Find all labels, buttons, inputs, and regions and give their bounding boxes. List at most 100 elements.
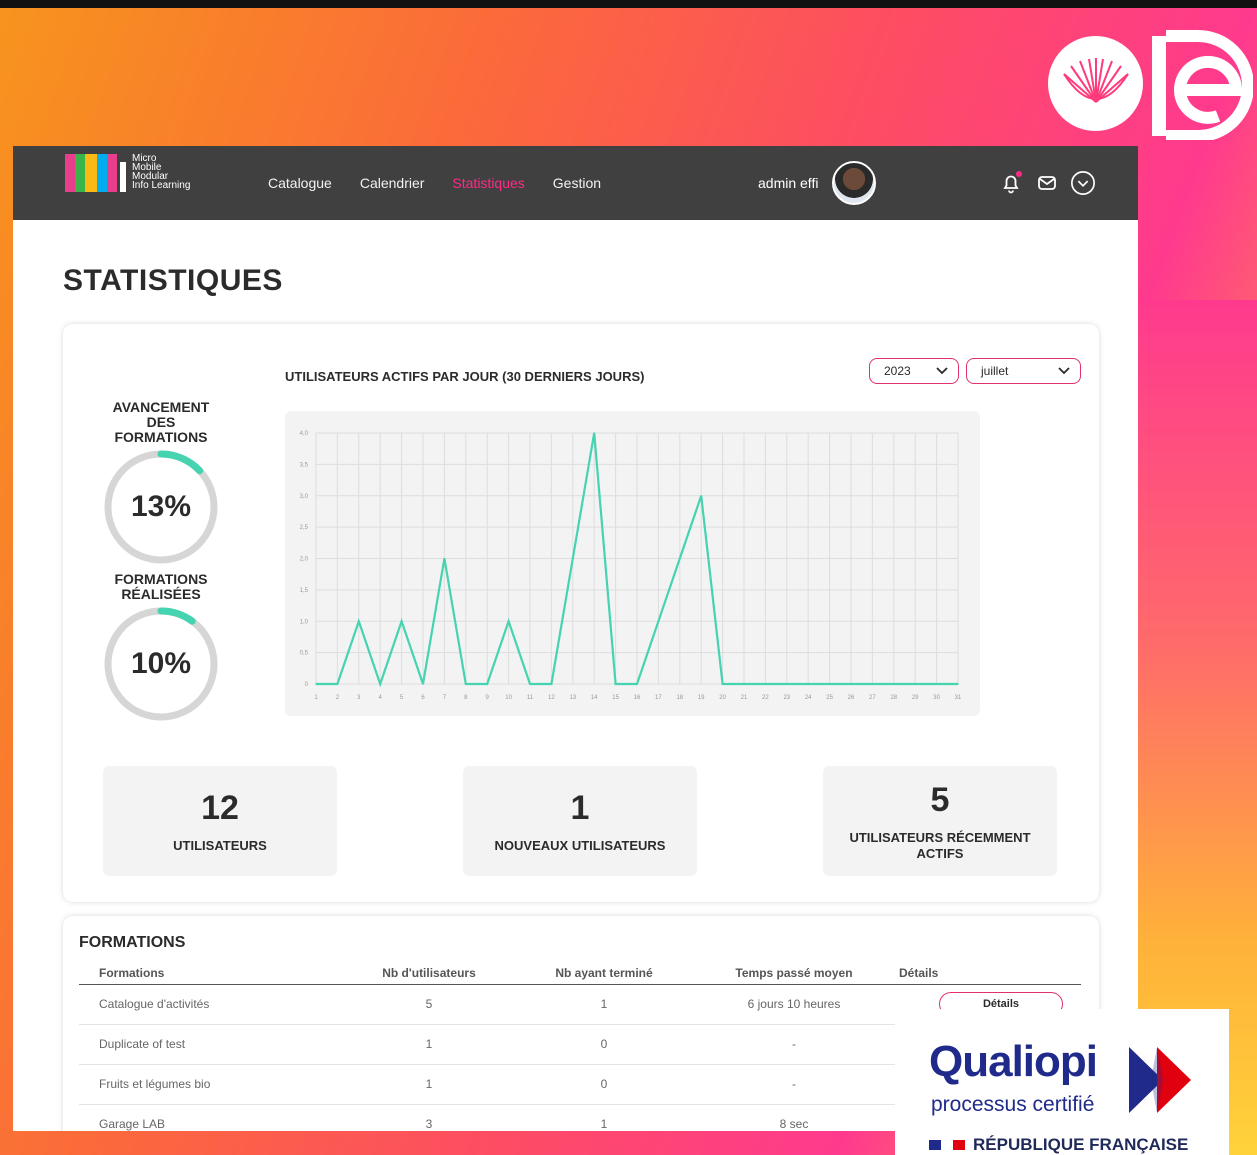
shell-logo — [1048, 36, 1143, 131]
data-point — [358, 620, 360, 623]
cell-users: 5 — [339, 984, 519, 1025]
column-header: Formations — [79, 962, 339, 985]
qualiopi-wordmark: Qualiopi — [929, 1037, 1098, 1086]
chevron-down-circle-icon[interactable] — [1070, 170, 1096, 196]
x-tick-label: 31 — [955, 695, 962, 701]
x-tick-label: 19 — [698, 695, 705, 701]
data-point — [743, 683, 745, 685]
data-point — [593, 432, 595, 434]
nav-gestion[interactable]: Gestion — [553, 175, 601, 191]
stat-recent-users: 5 UTILISATEURS RÉCEMMENT ACTIFS — [823, 766, 1057, 876]
data-point — [850, 683, 852, 685]
nav-calendrier[interactable]: Calendrier — [360, 175, 425, 191]
data-point — [786, 683, 788, 685]
cell-time: 8 sec — [689, 1104, 899, 1131]
x-tick-label: 23 — [783, 695, 790, 701]
x-tick-label: 6 — [421, 695, 425, 701]
gauge-progress: AVANCEMENT DES FORMATIONS 13% — [91, 400, 231, 565]
x-tick-label: 14 — [591, 695, 598, 701]
nav-catalogue[interactable]: Catalogue — [268, 175, 332, 191]
data-point — [336, 683, 339, 685]
month-select-value: juillet — [981, 364, 1009, 378]
x-tick-label: 11 — [527, 695, 534, 701]
y-tick-label: 1,5 — [300, 588, 309, 594]
x-tick-label: 27 — [869, 695, 876, 701]
app-window: Micro Mobile Modular Info Learning Catal… — [13, 146, 1138, 1131]
stats-card: AVANCEMENT DES FORMATIONS 13% FORMATIONS… — [63, 324, 1099, 902]
y-tick-label: 2,5 — [300, 525, 309, 531]
x-tick-label: 15 — [612, 695, 619, 701]
stat-value: 12 — [201, 788, 239, 827]
x-tick-label: 1 — [314, 695, 318, 701]
cell-time: - — [689, 1024, 899, 1065]
data-point — [679, 557, 681, 560]
x-tick-label: 30 — [933, 695, 940, 701]
cell-users: 3 — [339, 1104, 519, 1131]
user-menu[interactable]: admin effi — [758, 146, 877, 220]
gauge-value: 10% — [130, 647, 192, 680]
republique-francaise: RÉPUBLIQUE FRANÇAISE — [929, 1135, 1188, 1155]
nav-statistiques[interactable]: Statistiques — [452, 175, 524, 191]
chevron-down-icon — [936, 367, 948, 375]
stat-users: 12 UTILISATEURS — [103, 766, 337, 876]
e-logo — [1148, 30, 1254, 142]
cell-done: 0 — [519, 1064, 689, 1105]
month-select[interactable]: juillet — [966, 358, 1081, 384]
mail-icon[interactable] — [1034, 170, 1060, 196]
data-point — [550, 683, 553, 685]
gauge-label: AVANCEMENT DES FORMATIONS — [112, 399, 210, 445]
data-point — [657, 620, 660, 623]
x-tick-label: 8 — [464, 695, 468, 701]
qualiopi-badge: Qualiopi processus certifié RÉPUBLIQUE F… — [895, 1009, 1229, 1155]
y-tick-label: 1,0 — [300, 619, 309, 625]
stat-label: UTILISATEURS — [173, 837, 267, 853]
page-title: STATISTIQUES — [63, 264, 283, 297]
nav-menu: Catalogue Calendrier Statistiques Gestio… — [268, 146, 601, 220]
gauge-ring: 10% — [103, 606, 219, 722]
flag-icon — [929, 1140, 965, 1150]
cell-users: 1 — [339, 1024, 519, 1065]
cell-done: 1 — [519, 984, 689, 1025]
data-point — [614, 683, 617, 685]
nav-actions — [998, 146, 1096, 220]
gauge-ring: 13% — [103, 449, 219, 565]
data-point — [721, 683, 724, 685]
x-tick-label: 12 — [548, 695, 555, 701]
cell-done: 1 — [519, 1104, 689, 1131]
cell-name: Fruits et légumes bio — [79, 1064, 339, 1105]
y-tick-label: 2,0 — [300, 557, 309, 563]
brand-text: Micro Mobile Modular Info Learning — [132, 154, 191, 191]
y-tick-label: 3,5 — [300, 462, 309, 468]
column-header: Nb d'utilisateurs — [339, 962, 519, 985]
line-chart: 00,51,01,52,02,53,03,54,01 2 3 4 5 6 7 8 9 10 11 12… — [300, 431, 962, 701]
x-tick-label: 22 — [762, 695, 769, 701]
stat-new-users: 1 NOUVEAUX UTILISATEURS — [463, 766, 697, 876]
x-tick-label: 28 — [890, 695, 897, 701]
x-tick-label: 25 — [826, 695, 833, 701]
avatar[interactable] — [832, 161, 877, 205]
formations-title: FORMATIONS — [79, 934, 186, 951]
table-header-row: Formations Nb d'utilisateurs Nb ayant te… — [79, 962, 1081, 985]
y-tick-label: 3,0 — [300, 494, 309, 500]
imil-logo[interactable]: Micro Mobile Modular Info Learning — [65, 152, 190, 192]
x-tick-label: 10 — [505, 695, 512, 701]
data-point — [572, 557, 574, 560]
y-tick-label: 0,5 — [300, 651, 309, 657]
cell-time: 6 jours 10 heures — [689, 984, 899, 1025]
data-point — [400, 620, 403, 623]
stat-value: 1 — [570, 788, 590, 827]
y-tick-label: 4,0 — [300, 431, 309, 437]
x-tick-label: 24 — [805, 695, 812, 701]
x-tick-label: 26 — [848, 695, 855, 701]
bell-icon[interactable] — [998, 170, 1024, 196]
cell-done: 0 — [519, 1024, 689, 1065]
x-tick-label: 20 — [719, 695, 726, 701]
cell-name: Duplicate of test — [79, 1024, 339, 1065]
stat-label: NOUVEAUX UTILISATEURS — [494, 837, 666, 853]
year-select[interactable]: 2023 — [869, 358, 959, 384]
brand-line: Info Learning — [132, 180, 191, 191]
gauge-value: 13% — [130, 490, 192, 523]
x-tick-label: 29 — [912, 695, 919, 701]
data-point — [315, 683, 317, 685]
cell-users: 1 — [339, 1064, 519, 1105]
